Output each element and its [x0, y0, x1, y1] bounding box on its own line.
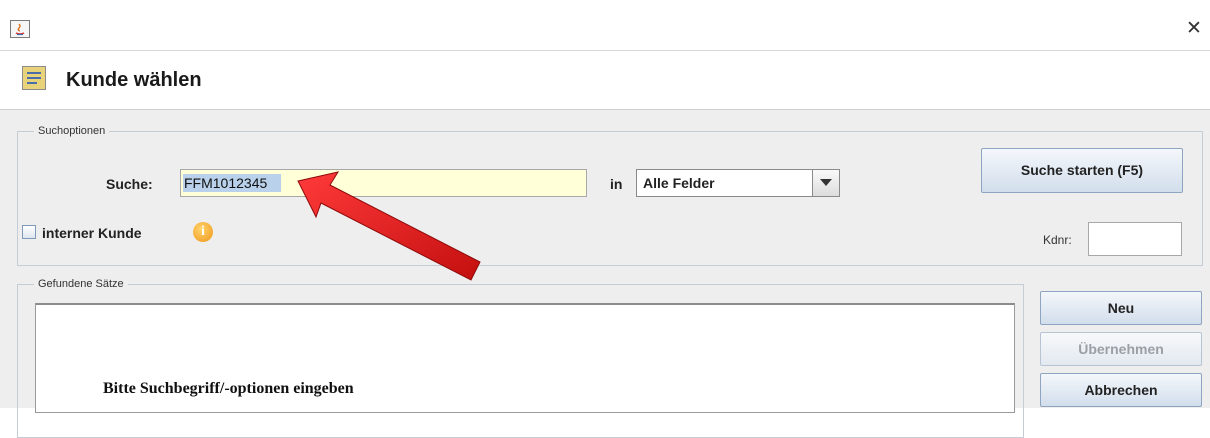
field-select[interactable]: Alle Felder: [636, 169, 840, 197]
cancel-button[interactable]: Abbrechen: [1040, 373, 1202, 407]
search-options-legend: Suchoptionen: [38, 125, 106, 137]
results-list[interactable]: Bitte Suchbegriff/-optionen eingeben: [35, 303, 1015, 413]
kdnr-label: Kdnr:: [1043, 233, 1072, 247]
new-button[interactable]: Neu: [1040, 291, 1202, 325]
java-app-icon: [10, 20, 30, 38]
form-list-icon: [22, 66, 46, 90]
info-icon[interactable]: i: [193, 222, 213, 242]
page-title: Kunde wählen: [66, 69, 202, 91]
results-legend: Gefundene Sätze: [38, 278, 124, 290]
search-label: Suche:: [106, 176, 153, 192]
close-icon[interactable]: ✕: [1186, 19, 1202, 39]
field-select-value: Alle Felder: [643, 175, 715, 191]
in-label: in: [610, 176, 623, 192]
chevron-down-icon[interactable]: [812, 170, 839, 196]
kdnr-input[interactable]: [1088, 222, 1182, 256]
search-input-value: FFM1012345: [184, 175, 268, 191]
internal-customer-label[interactable]: interner Kunde: [42, 225, 142, 241]
results-empty-message: Bitte Suchbegriff/-optionen eingeben: [103, 380, 354, 397]
dialog-header: Kunde wählen: [0, 51, 1210, 110]
window-titlebar: ✕: [0, 0, 1210, 51]
start-search-button[interactable]: Suche starten (F5): [981, 148, 1183, 193]
accept-button: Übernehmen: [1040, 332, 1202, 366]
internal-customer-checkbox[interactable]: [22, 225, 36, 239]
